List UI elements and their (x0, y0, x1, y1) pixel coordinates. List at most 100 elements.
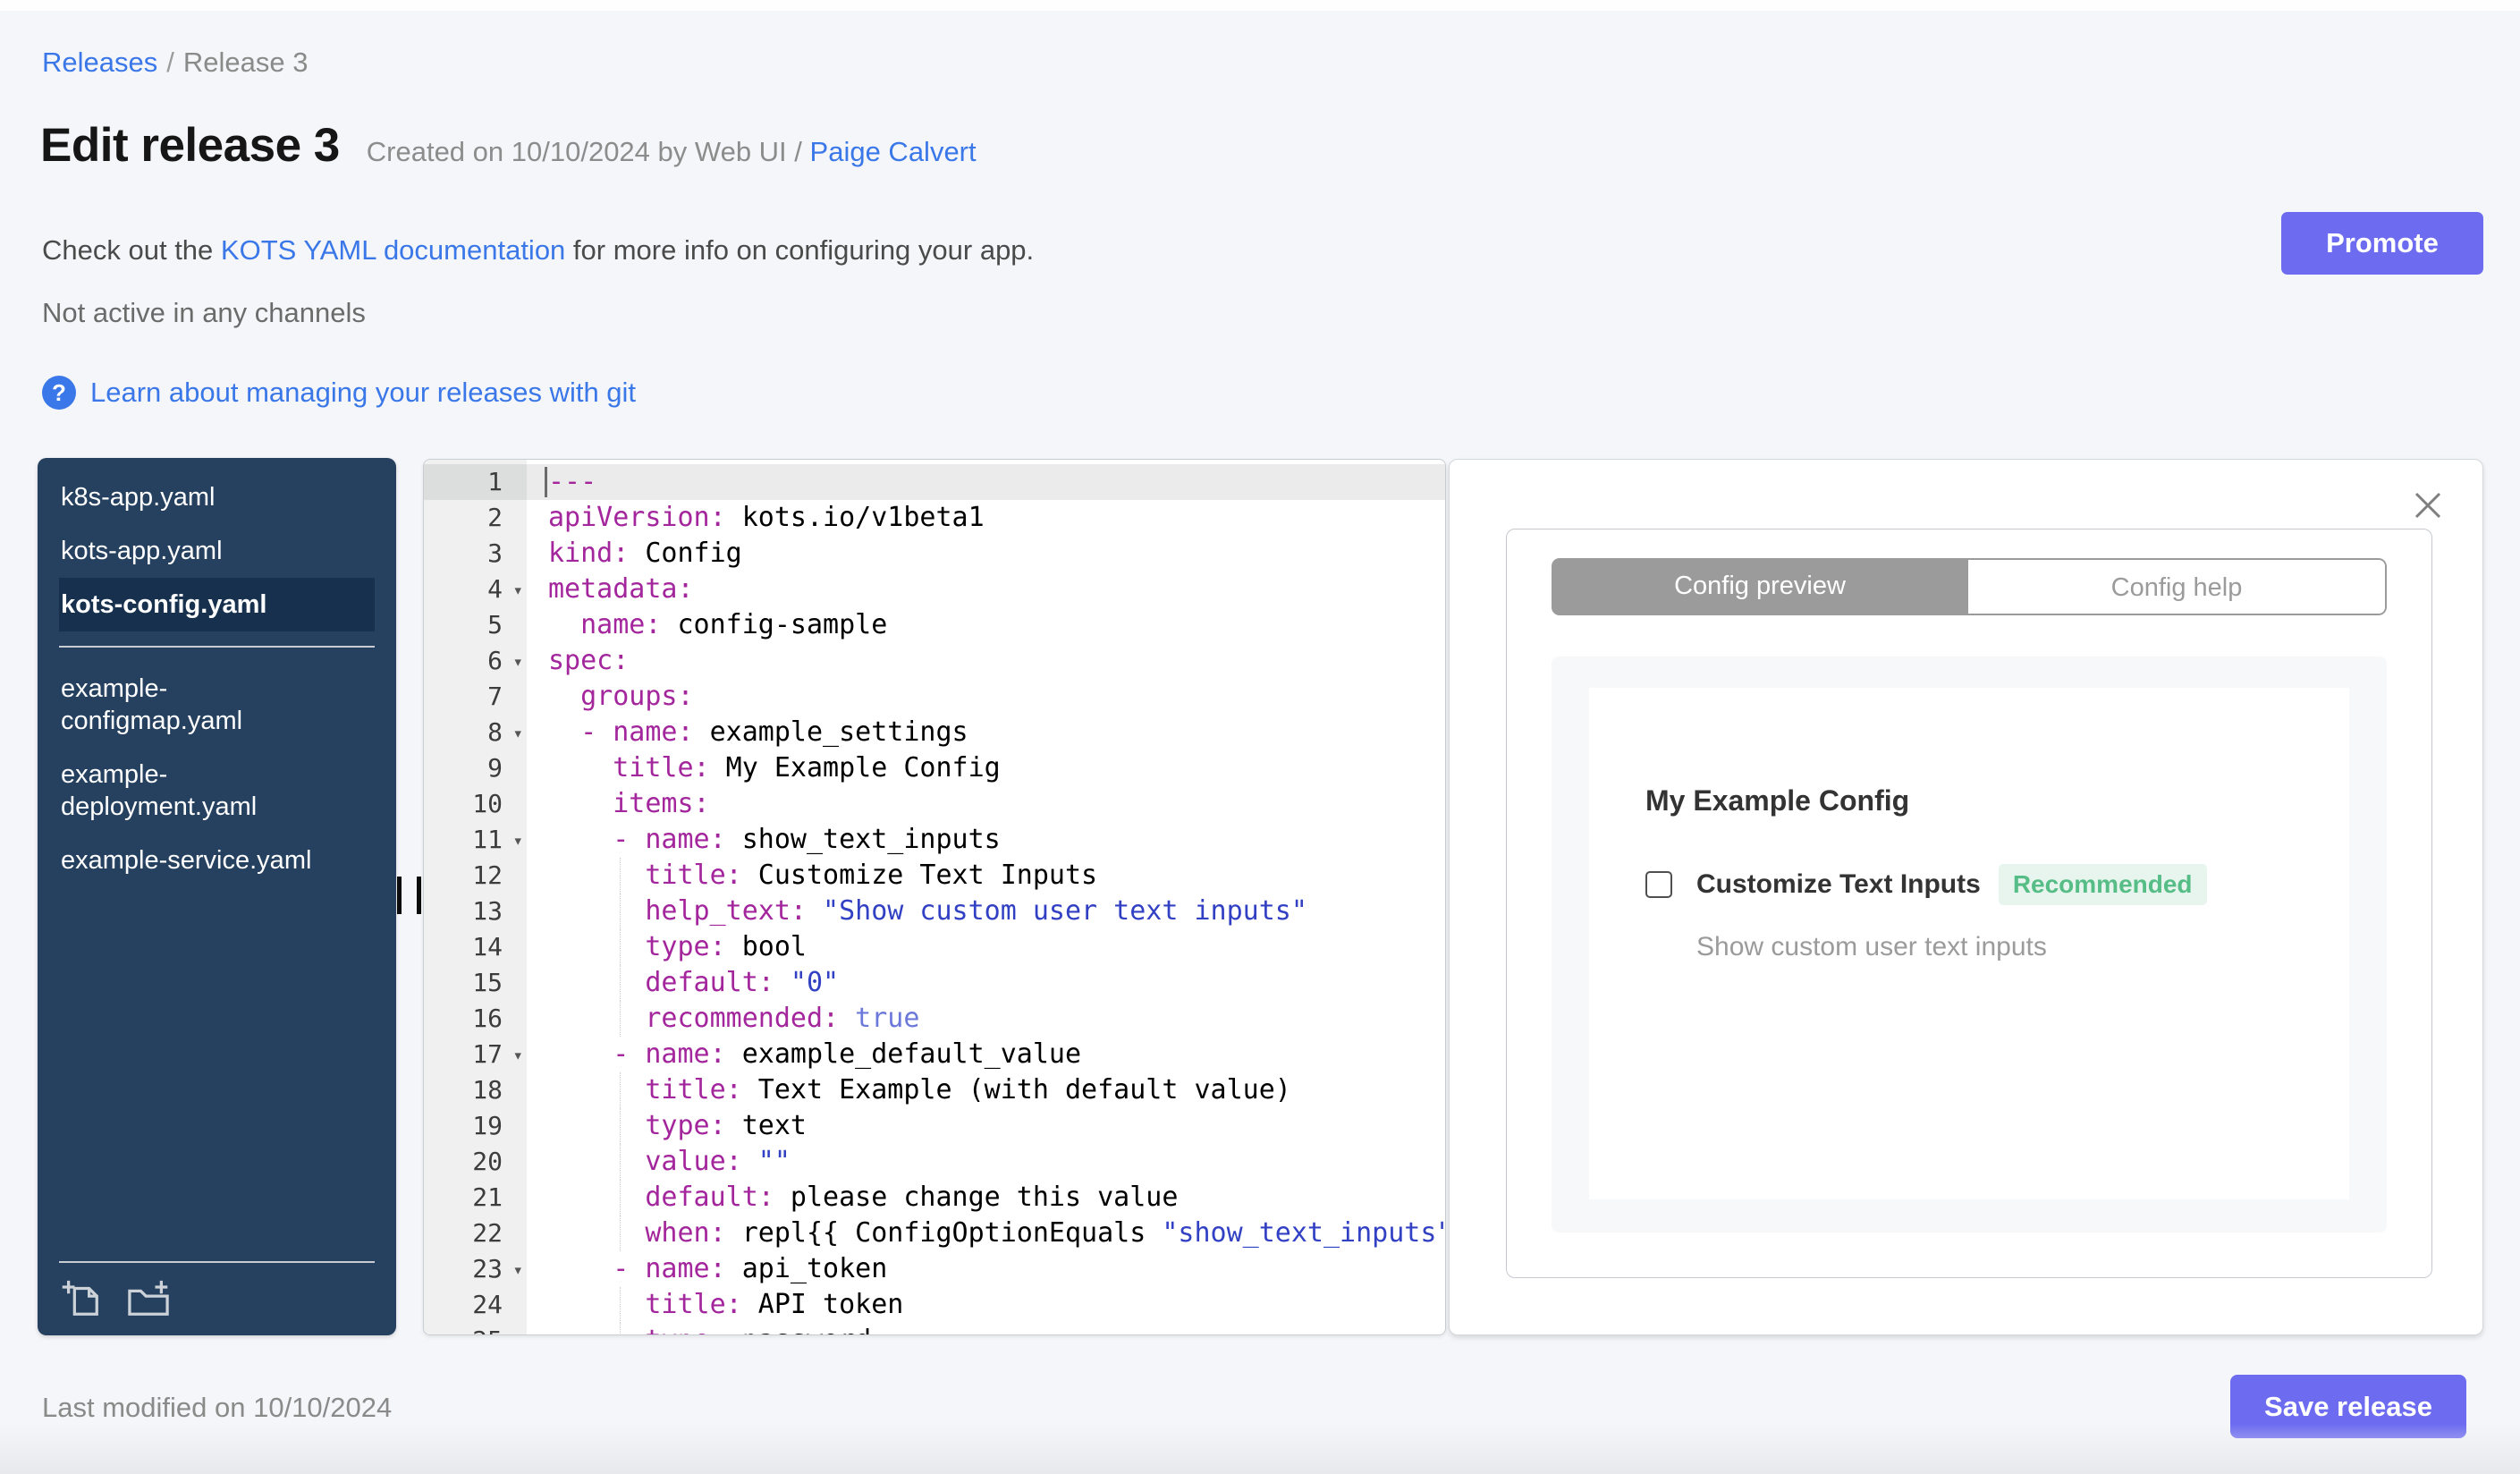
code-line-22[interactable]: 22 when: repl{{ ConfigOptionEquals "show… (424, 1216, 1445, 1251)
line-number: 19 (472, 1111, 503, 1140)
code-line-16[interactable]: 16 recommended: true (424, 1001, 1445, 1037)
git-help-row: ? Learn about managing your releases wit… (42, 376, 636, 410)
customize-text-inputs-checkbox[interactable] (1645, 871, 1672, 898)
code-text: - name: api_token (613, 1253, 888, 1284)
created-info: Created on 10/10/2024 by Web UI / Paige … (366, 136, 977, 167)
kots-docs-link[interactable]: KOTS YAML documentation (221, 234, 565, 266)
code-line-18[interactable]: 18 title: Text Example (with default val… (424, 1072, 1445, 1108)
file-item-example-service.yaml[interactable]: example-service.yaml (59, 834, 375, 887)
code-line-17[interactable]: 17 ▾ - name: example_default_value (424, 1037, 1445, 1072)
code-line-2[interactable]: 2 apiVersion: kots.io/v1beta1 (424, 500, 1445, 536)
config-checkbox-row: Customize Text Inputs Recommended (1645, 864, 2293, 905)
code-line-25[interactable]: 25 type: password (424, 1323, 1445, 1334)
code-text: title: API token (527, 1287, 1445, 1323)
code-line-23[interactable]: 23 ▾ - name: api_token (424, 1251, 1445, 1287)
fold-arrow-icon[interactable]: ▾ (513, 572, 523, 608)
line-number: 20 (472, 1147, 503, 1176)
line-number: 10 (472, 789, 503, 818)
breadcrumb-current: Release 3 (182, 47, 309, 78)
close-icon[interactable] (2411, 488, 2445, 522)
file-item-kots-config.yaml[interactable]: kots-config.yaml (59, 578, 375, 631)
code-text: kind: Config (548, 538, 742, 569)
code-line-21[interactable]: 21 default: please change this value (424, 1180, 1445, 1216)
code-line-13[interactable]: 13 help_text: "Show custom user text inp… (424, 894, 1445, 929)
line-number: 9 (487, 753, 503, 783)
line-number: 8 ▾ (424, 715, 527, 750)
new-file-icon[interactable] (61, 1277, 102, 1323)
line-number: 6 ▾ (424, 643, 527, 679)
code-text: items: (613, 788, 710, 819)
new-folder-icon[interactable] (125, 1277, 172, 1323)
code-line-19[interactable]: 19 type: text (424, 1108, 1445, 1144)
code-line-20[interactable]: 20 value: "" (424, 1144, 1445, 1180)
text-cursor (545, 467, 547, 497)
fold-arrow-icon[interactable]: ▾ (513, 1038, 523, 1073)
indent-guide (620, 1108, 621, 1144)
code-line-10[interactable]: 10 items: (424, 786, 1445, 822)
code-text: default: please change this value (527, 1180, 1445, 1216)
code-text: spec: (548, 645, 630, 676)
code-text: title: Text Example (with default value) (527, 1072, 1445, 1108)
code-line-5[interactable]: 5 name: config-sample (424, 607, 1445, 643)
save-release-button[interactable]: Save release (2230, 1375, 2466, 1438)
breadcrumb-separator: / (166, 47, 174, 78)
indent-guide (620, 1180, 621, 1216)
code-line-14[interactable]: 14 type: bool (424, 929, 1445, 965)
fold-arrow-icon[interactable]: ▾ (513, 644, 523, 680)
code-line-4[interactable]: 4 ▾ metadata: (424, 572, 1445, 607)
code-line-6[interactable]: 6 ▾ spec: (424, 643, 1445, 679)
code-line-24[interactable]: 24 title: API token (424, 1287, 1445, 1323)
sidebar-footer (38, 1261, 396, 1335)
code-text: name: config-sample (580, 609, 888, 640)
config-preview-panel: Config preview Config help My Example Co… (1449, 459, 2483, 1335)
sidebar-actions (38, 1263, 396, 1335)
code-line-7[interactable]: 7 groups: (424, 679, 1445, 715)
promote-button[interactable]: Promote (2281, 212, 2483, 275)
code-text: metadata: (548, 573, 694, 605)
edit-release-page: Releases / Release 3 Edit release 3 Create… (0, 0, 2520, 1474)
author-link[interactable]: Paige Calvert (810, 136, 977, 167)
code-line-12[interactable]: 12 title: Customize Text Inputs (424, 858, 1445, 894)
fold-arrow-icon[interactable]: ▾ (513, 716, 523, 751)
page-title: Edit release 3 (40, 119, 340, 172)
indent-guide (620, 1287, 621, 1323)
line-number: 1 (424, 464, 527, 500)
fold-arrow-icon[interactable]: ▾ (513, 823, 523, 859)
file-list: k8s-app.yaml kots-app.yaml kots-config.yam… (38, 458, 396, 887)
fold-arrow-icon[interactable]: ▾ (513, 1252, 523, 1288)
code-text: when: repl{{ ConfigOptionEquals "show_te… (527, 1216, 1445, 1251)
file-item-example-deployment.yaml[interactable]: example-deployment.yaml (59, 748, 375, 834)
file-label: kots-app.yaml (61, 537, 223, 565)
sidebar-resize-handle[interactable] (397, 877, 422, 914)
indent-guide (620, 1323, 621, 1334)
tab-config-preview[interactable]: Config preview (1552, 558, 1968, 615)
code-line-1[interactable]: 1 --- (424, 464, 1445, 500)
file-item-k8s-app.yaml[interactable]: k8s-app.yaml (59, 470, 375, 524)
git-help-link[interactable]: Learn about managing your releases with … (90, 377, 636, 409)
code-text: value: "" (527, 1144, 1445, 1180)
indent-guide (620, 1144, 621, 1180)
code-line-11[interactable]: 11 ▾ - name: show_text_inputs (424, 822, 1445, 858)
code-text: --- (527, 464, 1445, 500)
yaml-editor[interactable]: 1 --- 2 apiVersion: kots.io/v1beta1 3 kind: C… (423, 459, 1446, 1335)
code-line-3[interactable]: 3 kind: Config (424, 536, 1445, 572)
breadcrumb-releases-link[interactable]: Releases (42, 47, 157, 78)
tab-config-help[interactable]: Config help (1968, 558, 2387, 615)
file-item-example-configmap.yaml[interactable]: example-configmap.yaml (59, 662, 375, 748)
code-line-15[interactable]: 15 default: "0" (424, 965, 1445, 1001)
code-line-8[interactable]: 8 ▾ - name: example_settings (424, 715, 1445, 750)
code-text: groups: (580, 681, 694, 712)
file-label: example-configmap.yaml (61, 674, 243, 735)
docs-info-line: Check out the KOTS YAML documentation fo… (42, 234, 1035, 266)
file-item-kots-app.yaml[interactable]: kots-app.yaml (59, 524, 375, 578)
file-label: k8s-app.yaml (61, 483, 216, 512)
line-number: 2 (487, 503, 503, 532)
line-number: 24 (472, 1290, 503, 1319)
recommended-badge: Recommended (1998, 864, 2207, 905)
checkbox-label: Customize Text Inputs (1696, 869, 1981, 899)
preview-viewport: My Example Config Customize Text Inputs … (1552, 657, 2387, 1233)
code-text: type: text (527, 1108, 1445, 1144)
preview-tabs: Config preview Config help (1552, 558, 2387, 615)
code-line-9[interactable]: 9 title: My Example Config (424, 750, 1445, 786)
preview-inner-card: Config preview Config help My Example Co… (1506, 529, 2432, 1278)
